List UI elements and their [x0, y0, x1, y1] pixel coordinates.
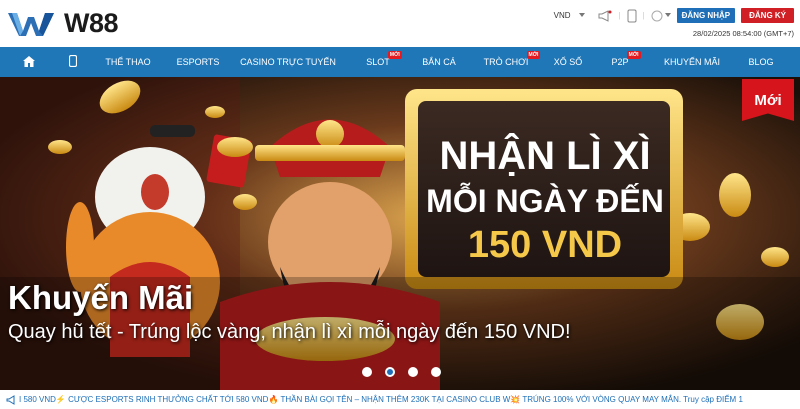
nav-slot[interactable]: SLOT MỚI	[348, 51, 408, 67]
main-nav: THỂ THAO ESPORTS CASINO TRỰC TUYẾN SLOT M…	[0, 47, 800, 77]
w88-logo[interactable]: W88	[8, 8, 119, 39]
nav-blog[interactable]: BLOG	[738, 57, 784, 67]
banner-title: Khuyến Mãi	[8, 279, 194, 316]
nav-lottery[interactable]: XỔ SỐ	[542, 57, 594, 67]
carousel-dot[interactable]	[431, 367, 441, 377]
announcement-ticker[interactable]: I 580 VND⚡ CƯỢC ESPORTS RINH THƯỞNG CHẤT…	[0, 390, 800, 409]
divider: |	[642, 11, 645, 20]
home-icon	[23, 55, 35, 67]
new-badge: MỚI	[387, 51, 402, 59]
ticker-text: I 580 VND⚡ CƯỢC ESPORTS RINH THƯỞNG CHẤT…	[19, 395, 743, 404]
mobile-phone-icon	[68, 54, 78, 68]
nav-live-casino[interactable]: CASINO TRỰC TUYẾN	[228, 57, 348, 67]
nav-fishing[interactable]: BẮN CÁ	[408, 57, 470, 67]
w88-logo-mark-icon	[8, 12, 54, 36]
register-button[interactable]: ĐĂNG KÝ	[741, 8, 794, 23]
nav-mobile[interactable]	[58, 54, 88, 69]
banner-headline-1: NHẬN LÌ XÌ	[439, 132, 650, 178]
chevron-down-icon	[664, 13, 671, 17]
carousel-dot-active[interactable]	[385, 367, 395, 377]
currency-selector[interactable]: VND	[554, 11, 585, 20]
globe-flag-icon	[651, 10, 663, 21]
carousel-dot[interactable]	[362, 367, 372, 377]
currency-value: VND	[553, 11, 571, 20]
brand-name: W88	[64, 8, 119, 38]
nav-home[interactable]	[0, 55, 58, 69]
mobile-phone-icon[interactable]	[627, 9, 637, 23]
new-badge: MỚI	[626, 51, 641, 59]
nav-games[interactable]: TRÒ CHƠI MỚI	[470, 51, 542, 67]
banner-subtitle: Quay hũ tết - Trúng lộc vàng, nhận lì xì…	[8, 321, 571, 343]
header: W88 VND | | ĐĂNG NHẬP ĐĂNG KÝ 28/02/2025…	[0, 0, 800, 47]
chevron-down-icon	[578, 13, 585, 17]
banner-headline-3: 150 VND	[468, 224, 622, 266]
carousel-dots	[362, 367, 441, 377]
nav-p2p[interactable]: P2P MỚI	[594, 51, 646, 67]
divider: |	[618, 11, 621, 20]
nav-sports[interactable]: THỂ THAO	[88, 57, 168, 67]
megaphone-icon[interactable]	[597, 9, 613, 23]
nav-esports[interactable]: ESPORTS	[168, 57, 228, 67]
carousel-dot[interactable]	[408, 367, 418, 377]
login-button[interactable]: ĐĂNG NHẬP	[676, 8, 736, 23]
language-selector[interactable]	[651, 10, 671, 22]
top-right-controls: VND | | ĐĂNG NHẬP ĐĂNG KÝ	[554, 8, 794, 23]
megaphone-icon	[6, 394, 15, 405]
promo-banner[interactable]: NHẬN LÌ XÌ MỖI NGÀY ĐẾN 150 VND Mới Khuy…	[0, 77, 800, 390]
datetime-display: 28/02/2025 08:54:00 (GMT+7)	[692, 29, 794, 38]
banner-headline-2: MỖI NGÀY ĐẾN	[426, 183, 664, 219]
new-badge: MỚI	[526, 51, 541, 59]
nav-promotions[interactable]: KHUYẾN MÃI	[646, 57, 738, 67]
